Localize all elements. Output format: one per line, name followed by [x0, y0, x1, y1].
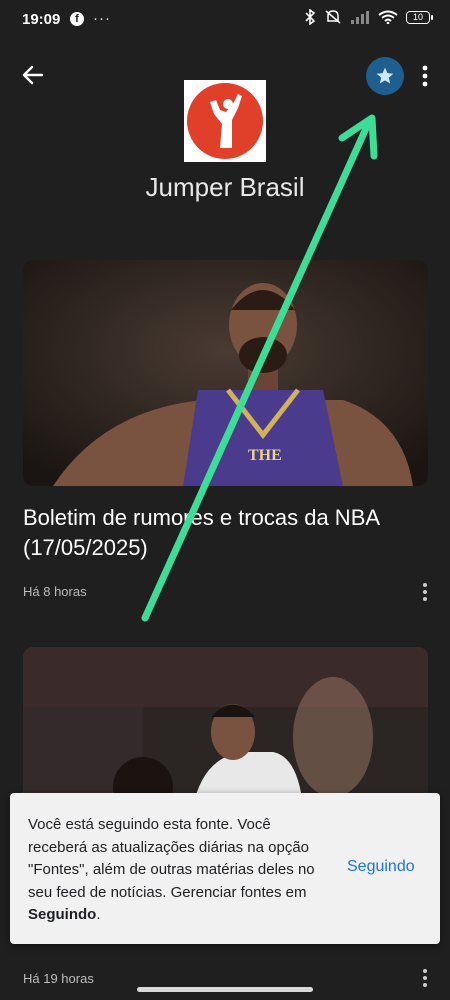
star-icon	[376, 67, 394, 84]
snackbar-action-button[interactable]: Seguindo	[347, 858, 415, 876]
source-title: Jumper Brasil	[145, 172, 305, 202]
wifi-icon	[378, 10, 398, 24]
mute-icon	[325, 10, 341, 24]
source-logo	[184, 80, 266, 162]
svg-text:THE: THE	[248, 447, 282, 464]
article-more-button[interactable]	[418, 967, 432, 989]
bluetooth-icon	[305, 9, 316, 25]
back-button[interactable]	[18, 60, 48, 90]
following-snackbar: Você está seguindo esta fonte. Você rece…	[10, 793, 440, 944]
battery-icon: 10	[406, 10, 433, 24]
snackbar-message-bold: Seguindo	[28, 906, 97, 923]
snackbar-message: Você está seguindo esta fonte. Você rece…	[28, 816, 315, 923]
status-bar: 19:09 f ··· 10	[0, 0, 450, 40]
article-time: Há 8 horas	[23, 584, 87, 599]
article-time: Há 19 horas	[23, 971, 94, 986]
more-vert-icon	[423, 969, 427, 987]
home-indicator[interactable]	[137, 987, 313, 992]
status-icons: 10	[304, 9, 433, 25]
status-time: 19:09	[22, 11, 61, 28]
more-notifications-icon: ···	[93, 10, 111, 27]
back-arrow-icon	[22, 65, 44, 85]
signal-icon	[351, 11, 369, 24]
article-more-button[interactable]	[418, 581, 432, 603]
follow-star-button[interactable]	[366, 57, 404, 95]
article-title[interactable]: Boletim de rumores e trocas da NBA (17/0…	[23, 503, 428, 563]
facebook-icon: f	[70, 12, 84, 26]
more-vert-icon	[423, 583, 427, 601]
more-options-button[interactable]	[416, 62, 434, 90]
article-image[interactable]: THE	[23, 260, 428, 486]
more-vert-icon	[422, 65, 428, 87]
article-image[interactable]	[23, 647, 428, 807]
